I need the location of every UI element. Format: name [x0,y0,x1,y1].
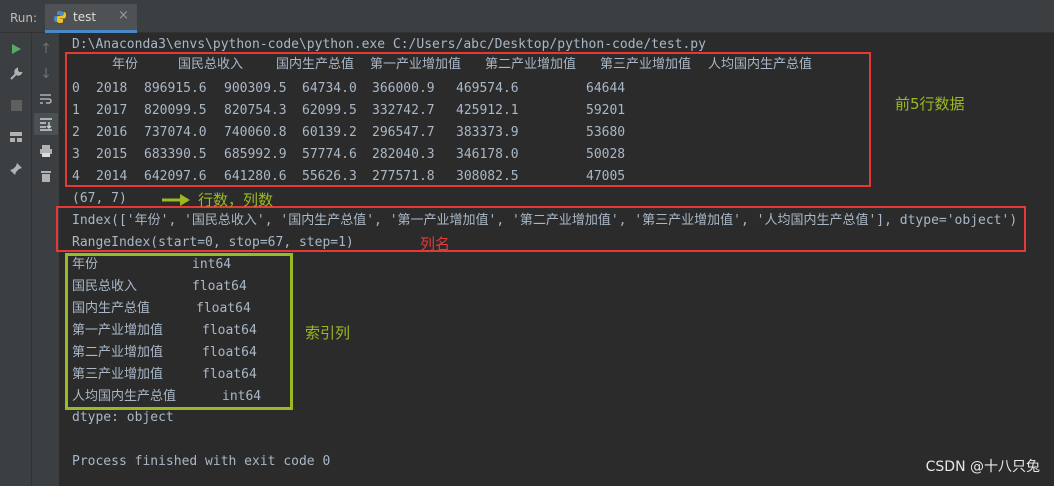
columns-highlight-box [56,206,1026,252]
dtype-summary: dtype: object [72,410,174,425]
wrench-icon[interactable] [6,64,26,84]
python-icon [54,11,66,23]
head-highlight-box [65,52,871,187]
tab-title: test [73,10,97,24]
print-icon[interactable] [36,141,56,161]
command-line: D:\Anaconda3\envs\python-code\python.exe… [72,37,706,52]
run-tool-window-header: Run: test × [0,0,1054,33]
tab-test[interactable]: test × [45,4,137,33]
annotation-columns: 列名 [420,235,451,253]
shape-output: (67, 7) [72,191,127,206]
annotation-dtypes: 索引列 [305,324,351,342]
arrow-down-icon[interactable]: ↓ [36,64,56,84]
annotation-shape: 行数，列数 [198,191,274,209]
layout-icon[interactable] [6,127,26,147]
scroll-to-end-icon[interactable] [34,113,58,135]
watermark: CSDN @十八只兔 [925,459,1040,475]
dtypes-highlight-box [65,253,293,410]
arrow-right-icon [162,194,190,206]
exit-message: Process finished with exit code 0 [72,454,331,469]
rerun-icon[interactable] [6,39,26,59]
close-icon[interactable]: × [118,8,129,23]
run-toolbar-primary [0,33,32,486]
trash-icon[interactable] [36,166,56,186]
run-toolbar-secondary: ↑ ↓ [32,33,60,486]
run-label: Run: [10,11,38,25]
annotation-head: 前5行数据 [895,95,965,113]
pin-icon[interactable] [6,159,26,179]
stop-icon[interactable] [6,95,26,115]
soft-wrap-icon[interactable] [36,89,56,109]
arrow-up-icon[interactable]: ↑ [36,39,56,59]
